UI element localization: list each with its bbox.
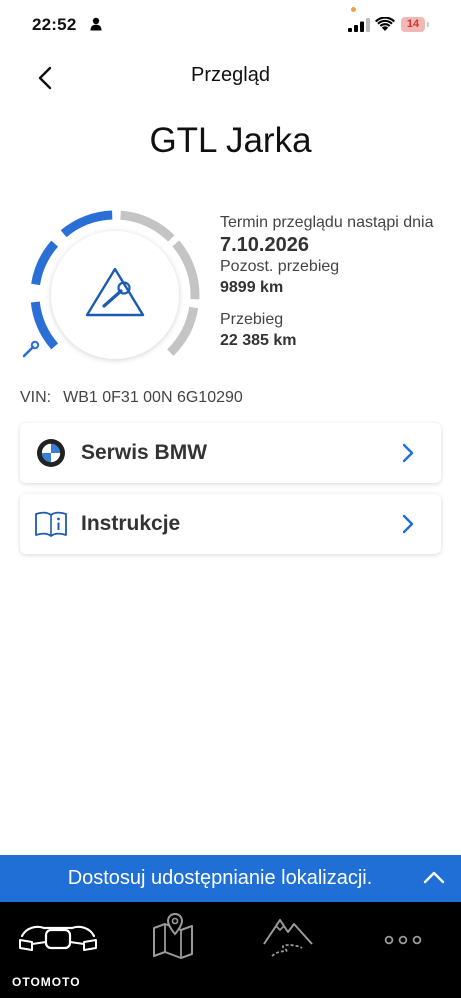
service-info: Termin przeglądu nastąpi dnia 7.10.2026 … [220, 213, 455, 351]
vin-value: WB1 0F31 00N 6G10290 [63, 389, 243, 406]
person-icon [90, 17, 102, 31]
mileage-value: 22 385 km [220, 332, 297, 349]
remaining-distance-value: 9899 km [220, 279, 284, 296]
vin-label: VIN: [20, 389, 52, 406]
status-bar: 22:52 14 [0, 0, 461, 50]
status-time: 22:52 [32, 15, 77, 34]
map-icon[interactable] [148, 910, 198, 962]
bmw-service-card[interactable]: Serwis BMW [20, 423, 441, 483]
wifi-icon [375, 17, 395, 31]
small-wrench-icon [22, 340, 40, 358]
manual-book-icon [35, 511, 67, 537]
battery-tip [427, 22, 429, 27]
battery-level: 14 [406, 18, 420, 30]
battery-icon: 14 [401, 17, 425, 32]
remaining-distance-label: Pozost. przebieg [220, 258, 340, 275]
bmw-service-label: Serwis BMW [81, 441, 208, 464]
page-title: Przegląd [191, 64, 270, 86]
manuals-card[interactable]: Instrukcje [20, 494, 441, 554]
more-icon[interactable] [382, 910, 424, 962]
privacy-dot-icon [351, 7, 356, 12]
chevron-right-icon [402, 514, 414, 534]
vin-row: VIN: WB1 0F31 00N 6G10290 [20, 389, 243, 407]
chevron-right-icon [402, 443, 414, 463]
cellular-signal-icon [348, 18, 370, 32]
chevron-up-icon[interactable] [423, 869, 445, 885]
location-sharing-banner[interactable]: Dostosuj udostępnianie lokalizacji. [0, 855, 461, 902]
vehicle-name: GTL Jarka [149, 121, 312, 160]
service-gauge [22, 210, 200, 359]
due-date-label: Termin przeglądu nastąpi dnia [220, 214, 434, 231]
location-banner-text: Dostosuj udostępnianie lokalizacji. [67, 867, 373, 889]
motorcycle-dashboard-icon[interactable] [16, 910, 100, 962]
mileage-label: Przebieg [220, 311, 284, 328]
bmw-logo-icon [37, 439, 65, 467]
due-date-value: 7.10.2026 [220, 234, 309, 256]
watermark: OTOMOTO [12, 975, 81, 989]
route-mountains-icon[interactable] [262, 910, 316, 962]
manuals-label: Instrukcje [81, 512, 181, 535]
